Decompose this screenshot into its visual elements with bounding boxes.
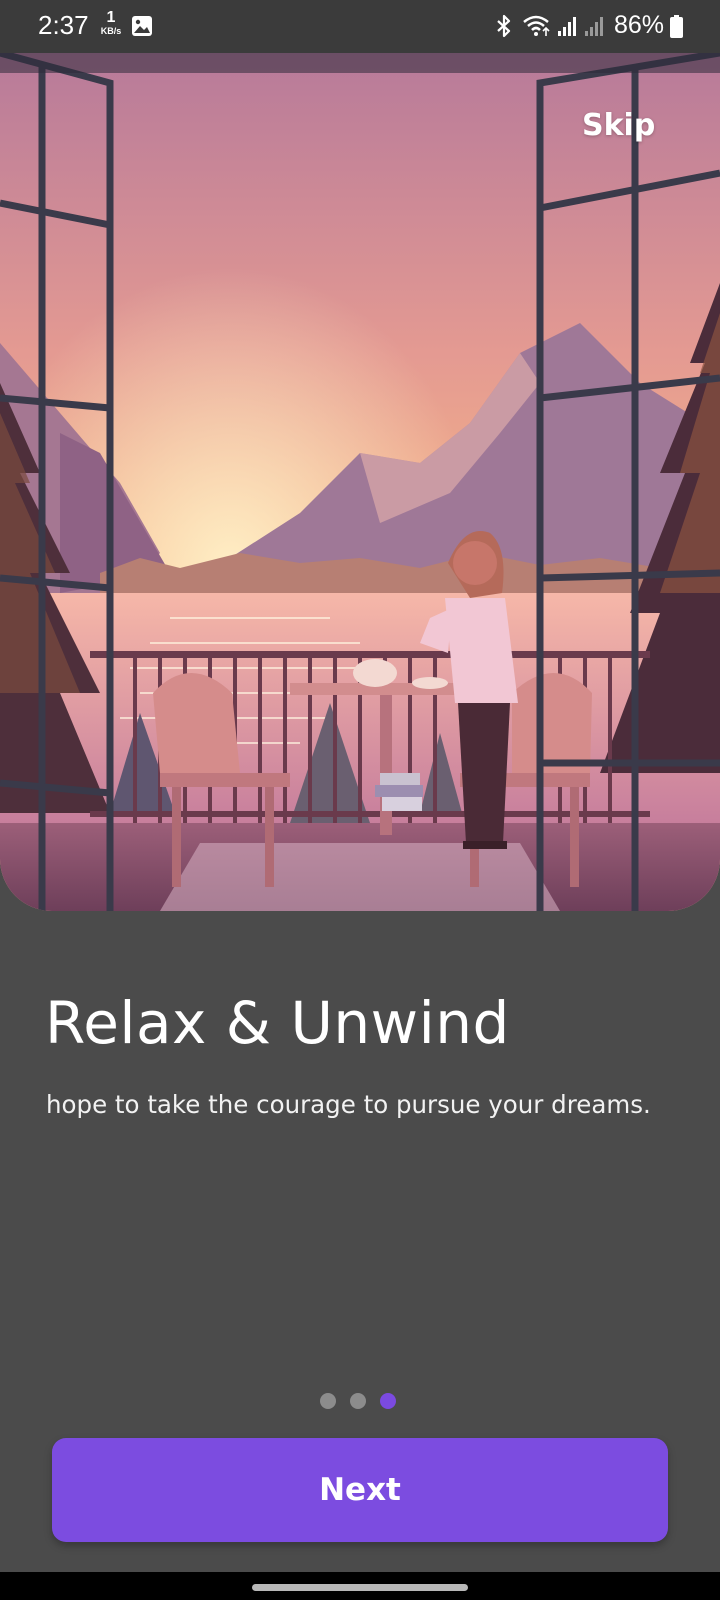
skip-button[interactable]: Skip [582,108,655,143]
wifi-icon [523,15,550,36]
battery-icon [670,15,683,38]
status-time: 2:37 [38,10,89,40]
signal-icon [558,17,576,36]
onboarding-title: Relax & Unwind [45,989,510,1057]
battery-level: 86% [614,11,665,39]
page-dot-2 [350,1393,366,1409]
page-dot-1 [320,1393,336,1409]
gallery-icon [132,16,152,36]
balcony-scene-image [0,53,720,911]
onboarding-subtitle: hope to take the courage to pursue your … [46,1090,651,1119]
next-button[interactable]: Next [52,1438,668,1542]
bluetooth-icon [497,14,511,38]
home-gesture-handle[interactable] [252,1584,468,1591]
network-speed-unit: KB/s [100,26,122,36]
status-bar: 2:37 1 KB/s 86% [0,0,720,53]
network-speed-value: 1 [106,9,116,26]
signal-icon-secondary [585,17,603,36]
page-dot-3-active [380,1393,396,1409]
hero-illustration [0,53,720,911]
network-speed: 1 KB/s [98,10,124,36]
